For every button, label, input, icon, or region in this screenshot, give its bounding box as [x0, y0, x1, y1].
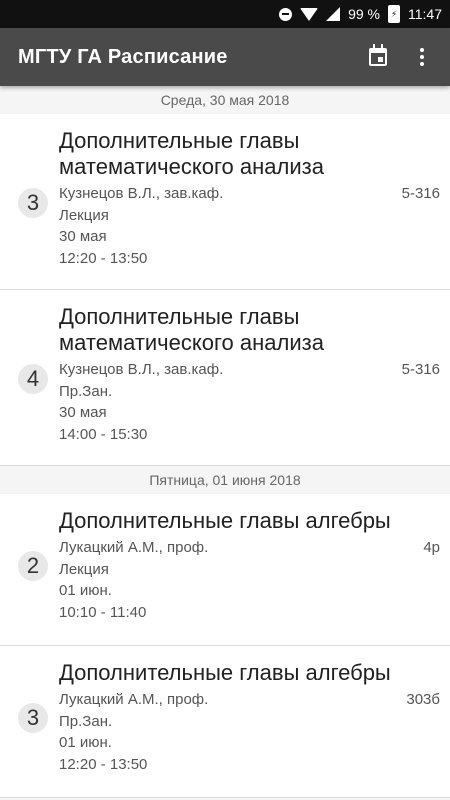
- lesson-date: 01 июн.: [59, 582, 112, 599]
- lesson-item[interactable]: 3 Дополнительные главы алгебры Лукацкий …: [0, 646, 450, 798]
- lesson-teacher: Лукацкий А.М., проф.: [59, 691, 209, 708]
- lesson-number: 3: [18, 188, 48, 218]
- calendar-icon: [369, 44, 387, 66]
- status-bar: 99 % ⚡ 11:47: [0, 0, 450, 28]
- schedule-list[interactable]: Среда, 30 мая 2018 3 Дополнительные глав…: [0, 86, 450, 798]
- lesson-subject: Дополнительные главы математического ана…: [59, 304, 324, 355]
- battery-icon: ⚡: [388, 5, 400, 23]
- lesson-number: 4: [18, 364, 48, 394]
- wifi-icon: [300, 7, 319, 21]
- lesson-room: 4р: [423, 539, 440, 556]
- lesson-type: Лекция: [59, 206, 109, 224]
- lesson-item[interactable]: 4 Дополнительные главы математического а…: [0, 290, 450, 466]
- lesson-type: Лекция: [59, 560, 109, 578]
- lesson-date: 01 июн.: [59, 734, 112, 751]
- signal-icon: [326, 7, 341, 21]
- calendar-button[interactable]: [356, 35, 400, 79]
- lesson-date: 30 мая: [59, 228, 107, 245]
- lesson-teacher: Кузнецов В.Л., зав.каф.: [59, 185, 224, 202]
- lesson-subject: Дополнительные главы математического ана…: [59, 128, 324, 179]
- lesson-time: 12:20 - 13:50: [59, 249, 148, 267]
- lesson-type: Пр.Зан.: [59, 712, 113, 730]
- lesson-room: 5-316: [401, 185, 440, 202]
- lesson-number: 2: [18, 551, 48, 581]
- lesson-subject: Дополнительные главы алгебры: [59, 660, 391, 685]
- more-vert-icon: [420, 47, 424, 68]
- lesson-item[interactable]: 2 Дополнительные главы алгебры Лукацкий …: [0, 494, 450, 646]
- lesson-date: 30 мая: [59, 404, 107, 421]
- lesson-teacher: Лукацкий А.М., проф.: [59, 539, 209, 556]
- lesson-teacher: Кузнецов В.Л., зав.каф.: [59, 361, 224, 378]
- app-title: МГТУ ГА Расписание: [18, 45, 228, 68]
- lesson-time: 10:10 - 11:40: [59, 603, 147, 621]
- battery-percent: 99 %: [348, 6, 380, 22]
- lesson-item[interactable]: 3 Дополнительные главы математического а…: [0, 114, 450, 290]
- overflow-menu-button[interactable]: [400, 35, 444, 79]
- lesson-room: 303б: [406, 691, 440, 708]
- app-bar: МГТУ ГА Расписание: [0, 28, 450, 86]
- day-header: Пятница, 01 июня 2018: [149, 472, 301, 488]
- lesson-time: 12:20 - 13:50: [59, 755, 148, 773]
- day-header: Среда, 30 мая 2018: [160, 92, 290, 108]
- lesson-room: 5-316: [401, 361, 440, 378]
- lesson-number: 3: [18, 703, 48, 733]
- lesson-subject: Дополнительные главы алгебры: [59, 508, 391, 533]
- do-not-disturb-icon: [279, 7, 293, 21]
- clock: 11:47: [408, 6, 442, 22]
- lesson-type: Пр.Зан.: [59, 382, 113, 400]
- lesson-time: 14:00 - 15:30: [59, 425, 148, 443]
